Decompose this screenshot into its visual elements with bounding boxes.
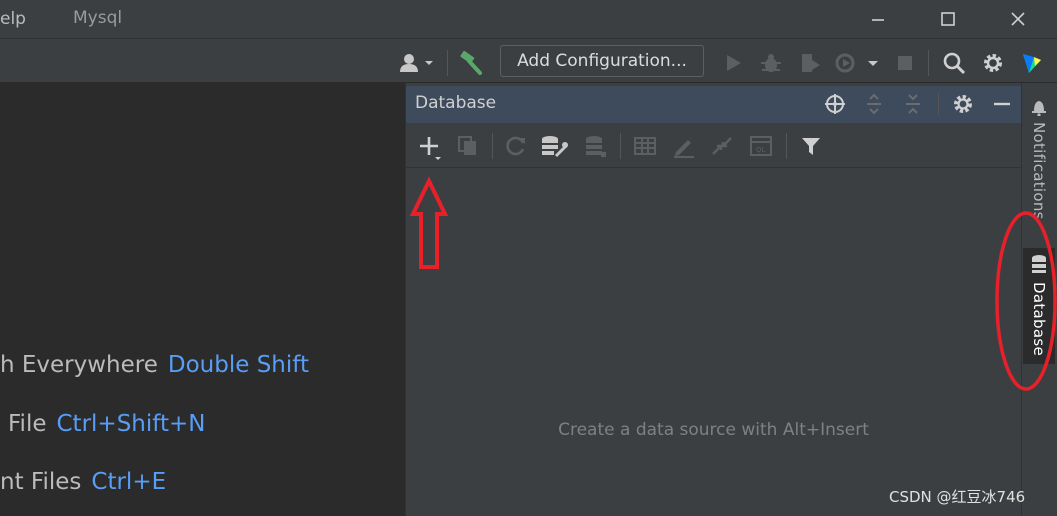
database-tab-label: Database [1030,282,1048,356]
toolbar-separator [492,133,493,159]
refresh-icon [506,136,525,156]
hint-search-everywhere[interactable]: h Everywhere Double Shift [0,352,309,378]
bell-icon [1032,101,1046,116]
jetbrains-toolbox-button[interactable] [1018,50,1046,76]
svg-text:QL: QL [756,146,766,154]
query-console-button[interactable]: QL [748,134,774,158]
table-icon [634,137,656,155]
copy-icon [458,136,476,155]
hint-shortcut: Double Shift [167,352,309,378]
empty-state-text: Create a data source with Alt+Insert [558,420,869,440]
gear-icon [984,54,1002,72]
database-icon [586,136,606,157]
plus-icon [420,137,441,160]
build-button[interactable] [456,50,486,76]
coverage-button[interactable] [796,50,824,76]
toolbar-separator [447,50,448,76]
edit-button[interactable] [671,134,697,158]
database-panel-title: Database [415,93,497,113]
hint-label: File [8,411,47,437]
profiler-icon [835,53,878,73]
hide-panel-button[interactable] [990,92,1014,116]
database-wrench-icon [542,136,568,158]
database-icon [1032,255,1046,273]
add-configuration-button[interactable]: Add Configuration... [500,45,704,77]
user-icon [400,54,433,72]
hint-label: h Everywhere [0,352,158,378]
debug-button[interactable] [757,50,785,76]
jump-to-console-button[interactable] [582,134,608,158]
coverage-icon [802,54,820,72]
settings-button[interactable] [979,50,1007,76]
hint-shortcut: Ctrl+Shift+N [56,411,206,437]
help-menu[interactable]: elp [0,9,26,29]
crosshair-icon [825,94,845,114]
data-source-properties-button[interactable] [540,134,568,158]
stop-icon [898,56,912,70]
refresh-button[interactable] [504,134,528,158]
view-table-button[interactable] [632,134,658,158]
maximize-icon [941,12,955,26]
new-data-source-button[interactable] [416,133,444,161]
search-icon [943,52,966,75]
project-title: Mysql [73,8,123,28]
hint-recent-files[interactable]: nt Files Ctrl+E [0,469,166,495]
minimize-button[interactable] [858,4,898,34]
run-icon [727,55,741,71]
run-button[interactable] [720,50,746,76]
database-tab[interactable]: Database [1023,248,1055,364]
notifications-tab-label: Notifications [1030,122,1048,220]
header-separator [938,93,939,115]
watermark: CSDN @红豆冰746 [889,488,1026,506]
compare-icon [712,137,732,155]
bug-icon [761,54,781,72]
maximize-button[interactable] [928,4,968,34]
close-button[interactable] [998,4,1038,34]
duplicate-button[interactable] [456,134,480,158]
hint-label: nt Files [0,469,82,495]
collapse-all-button[interactable] [901,92,925,116]
minimize-icon [994,102,1010,106]
hint-go-to-file[interactable]: File Ctrl+Shift+N [8,411,205,437]
gear-icon [954,95,972,113]
stop-button[interactable] [893,50,917,76]
close-icon [1011,12,1025,26]
panel-settings-button[interactable] [950,92,976,116]
toolbox-logo-icon [1023,54,1041,73]
minimize-icon [872,19,884,21]
locate-button[interactable] [822,92,848,116]
compare-button[interactable] [709,134,735,158]
toolbar-separator [620,133,621,159]
expand-all-icon [867,93,881,115]
filter-button[interactable] [798,134,824,158]
expand-all-button[interactable] [862,92,886,116]
account-button[interactable] [396,50,438,76]
editor-welcome-area [0,83,405,516]
hammer-icon [460,51,482,75]
toolbar-separator [786,133,787,159]
toolbar-separator [928,50,929,76]
hint-shortcut: Ctrl+E [91,469,167,495]
title-bar [0,0,1057,38]
database-panel-header [406,86,1021,123]
collapse-all-icon [906,94,920,114]
console-ql-icon: QL [750,136,772,156]
search-button[interactable] [940,50,968,76]
profiler-button[interactable] [833,50,881,76]
notifications-tab[interactable]: Notifications [1023,98,1055,222]
pencil-icon [674,140,694,158]
filter-icon [802,138,820,155]
